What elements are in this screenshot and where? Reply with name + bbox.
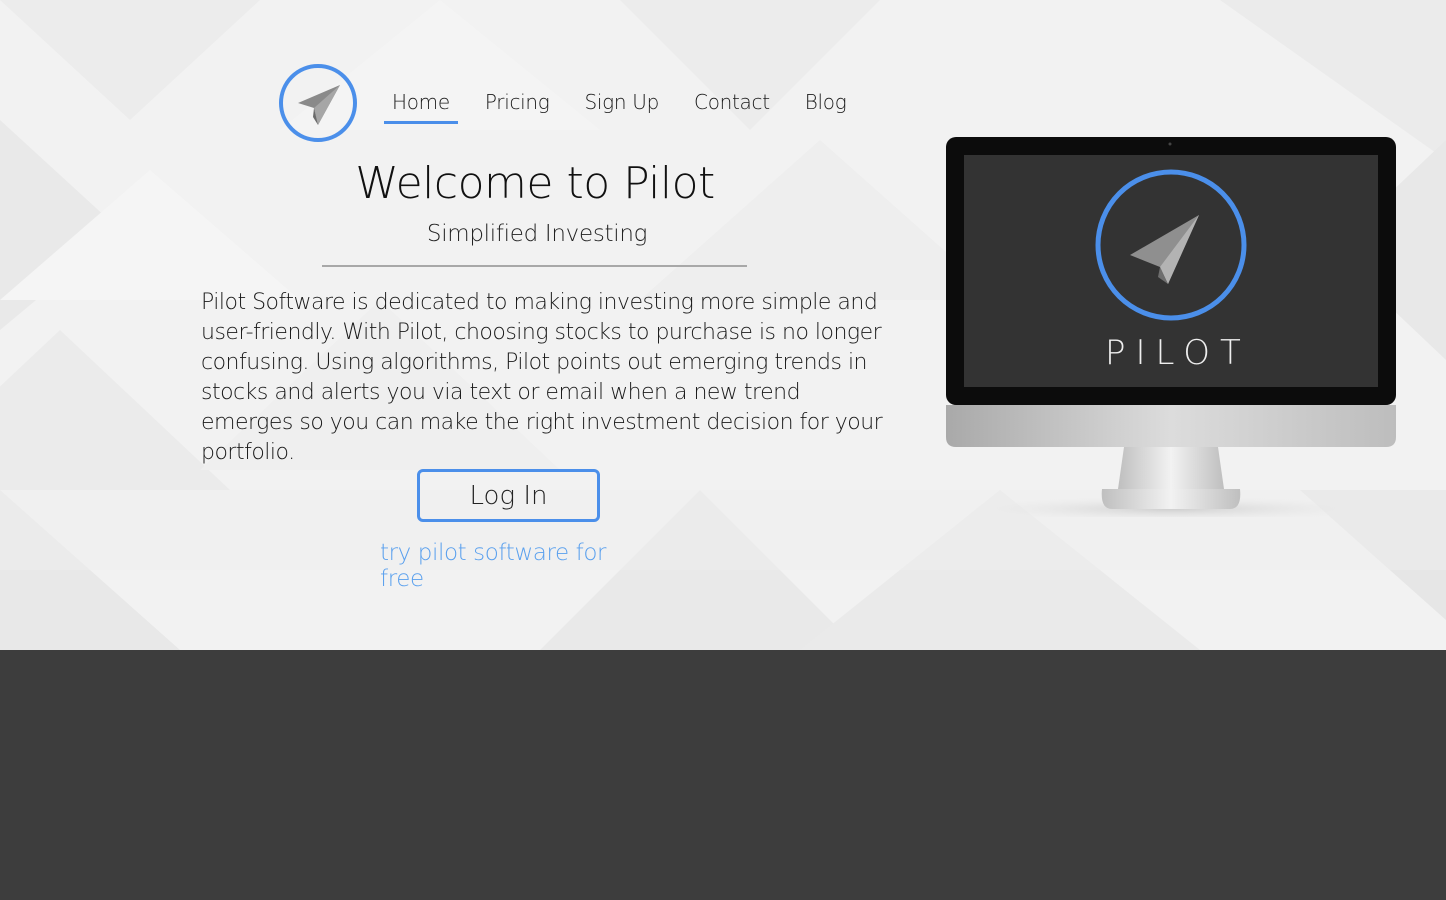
nav-sign-up[interactable]: Sign Up xyxy=(577,88,668,124)
divider xyxy=(322,265,747,267)
footer-section xyxy=(0,650,1446,900)
nav-home[interactable]: Home xyxy=(384,88,458,124)
free-trial-link[interactable]: try pilot software for free xyxy=(380,540,640,592)
page-title: Welcome to Pilot xyxy=(355,158,715,209)
description-text: Pilot Software is dedicated to making in… xyxy=(201,290,883,465)
hero-section: Home Pricing Sign Up Contact Blog Welcom… xyxy=(0,0,1446,650)
pilot-logo-icon[interactable] xyxy=(278,63,358,143)
monitor-illustration xyxy=(946,137,1396,517)
page-subtitle: Simplified Investing xyxy=(426,221,648,247)
nav-contact[interactable]: Contact xyxy=(686,88,778,124)
login-button[interactable]: Log In xyxy=(417,469,600,522)
nav-blog[interactable]: Blog xyxy=(797,88,855,124)
nav-pricing[interactable]: Pricing xyxy=(477,88,558,124)
screen-brand-text: PILOT xyxy=(1105,333,1251,373)
main-nav: Home Pricing Sign Up Contact Blog xyxy=(384,88,873,128)
